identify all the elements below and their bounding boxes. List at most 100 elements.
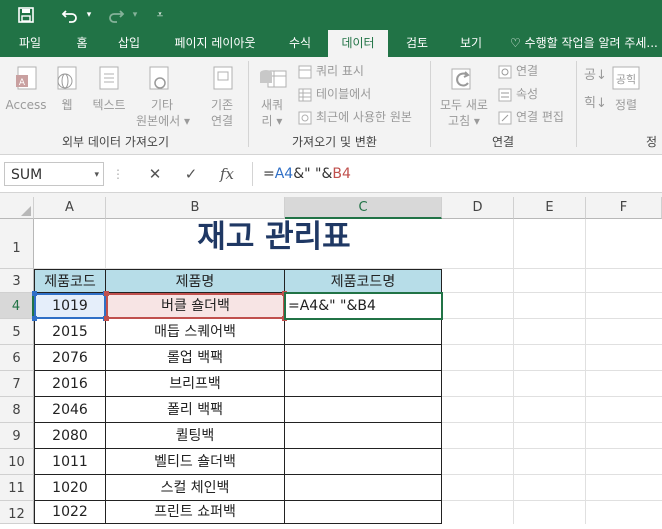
name-box-dropdown-icon[interactable]: ▾: [94, 163, 99, 187]
tab-review[interactable]: 검토: [394, 30, 440, 57]
edit-links-button[interactable]: 연결 편집: [516, 108, 564, 126]
cell-product-name[interactable]: 벨티드 숄더백: [106, 449, 285, 475]
cell-code-name[interactable]: [285, 371, 442, 397]
tab-view[interactable]: 보기: [448, 30, 494, 57]
other-sources-label-2[interactable]: 원본에서 ▾: [136, 113, 190, 129]
redo-icon[interactable]: [104, 4, 128, 26]
cell-code[interactable]: 1020: [34, 475, 106, 501]
connections-button[interactable]: 연결: [516, 62, 538, 80]
row-header-3[interactable]: 3: [0, 269, 34, 293]
cell-product-name[interactable]: 스컬 체인백: [106, 475, 285, 501]
other-sources-label-1[interactable]: 기타: [140, 97, 184, 113]
redo-dropdown-icon[interactable]: ▾: [130, 4, 140, 26]
row-header-8[interactable]: 8: [0, 397, 34, 423]
cell-code[interactable]: 1011: [34, 449, 106, 475]
cell-code-name[interactable]: [285, 423, 442, 449]
from-table-button[interactable]: 테이블에서: [316, 85, 371, 103]
cell-code[interactable]: 2015: [34, 319, 106, 345]
cell-product-name[interactable]: 프린트 쇼퍼백: [106, 501, 285, 524]
tab-home[interactable]: 홈: [62, 30, 102, 57]
cell-b4[interactable]: 버클 숄더백: [106, 293, 285, 319]
row-header-1[interactable]: 1: [0, 219, 34, 269]
row-header-10[interactable]: 10: [0, 449, 34, 475]
new-query-label-2[interactable]: 리 ▾: [254, 113, 290, 129]
formula-concat: &" "&: [293, 166, 333, 182]
row-header-6[interactable]: 6: [0, 345, 34, 371]
table-header-code[interactable]: 제품코드: [34, 269, 106, 293]
new-query-label-1[interactable]: 새쿼: [254, 97, 290, 113]
row-header-11[interactable]: 11: [0, 475, 34, 501]
sort-az-icon[interactable]: 공↓: [584, 67, 607, 85]
cell-product-name[interactable]: 롤업 백팩: [106, 345, 285, 371]
cell-code[interactable]: 1022: [34, 501, 106, 524]
customize-icon[interactable]: ⩡: [152, 4, 168, 26]
undo-dropdown-icon[interactable]: ▾: [84, 4, 94, 26]
cell-code-name[interactable]: [285, 475, 442, 501]
recent-sources-icon: [298, 110, 312, 129]
existing-label-1[interactable]: 기존: [202, 97, 242, 113]
column-header-d[interactable]: D: [442, 197, 514, 219]
cell-code-name[interactable]: [285, 501, 442, 524]
existing-connections-icon: [210, 65, 236, 97]
group-get-transform-label: 가져오기 및 변환: [292, 135, 377, 149]
ribbon-separator: [248, 61, 249, 147]
existing-label-2[interactable]: 연결: [202, 113, 242, 129]
tab-data[interactable]: 데이터: [328, 30, 388, 57]
recent-sources-button[interactable]: 최근에 사용한 원본: [316, 108, 412, 126]
column-header-b[interactable]: B: [106, 197, 285, 219]
cell-code[interactable]: 2080: [34, 423, 106, 449]
cell-code-name[interactable]: [285, 345, 442, 371]
tab-insert[interactable]: 삽입: [106, 30, 152, 57]
text-button[interactable]: 텍스트: [88, 97, 130, 113]
cell-code[interactable]: 2046: [34, 397, 106, 423]
row-header-5[interactable]: 5: [0, 319, 34, 345]
tell-me-box[interactable]: ♡ 수행할 작업을 알려 주세...: [510, 30, 658, 57]
cell-product-name[interactable]: 매듭 스퀘어백: [106, 319, 285, 345]
cell-code[interactable]: 2016: [34, 371, 106, 397]
web-button[interactable]: 웹: [54, 97, 80, 113]
group-sort-label: 정: [646, 135, 658, 149]
row-header-7[interactable]: 7: [0, 371, 34, 397]
table-header-code-name[interactable]: 제품코드명: [285, 269, 442, 293]
active-cell-c4[interactable]: =A4&" "&B4: [284, 292, 443, 320]
properties-button[interactable]: 속성: [516, 85, 538, 103]
cell-product-name[interactable]: 폴리 백팩: [106, 397, 285, 423]
cell-code-name[interactable]: [285, 449, 442, 475]
show-queries-button[interactable]: 쿼리 표시: [316, 62, 364, 80]
refresh-all-label-1[interactable]: 모두 새로: [436, 97, 492, 113]
sort-button[interactable]: 정렬: [608, 97, 644, 113]
column-header-f[interactable]: F: [586, 197, 662, 219]
insert-function-icon[interactable]: fx: [214, 162, 240, 186]
column-header-a[interactable]: A: [34, 197, 106, 219]
refresh-all-label-2[interactable]: 고침 ▾: [440, 113, 488, 129]
cell-code[interactable]: 2076: [34, 345, 106, 371]
group-connections-label: 연결: [492, 135, 515, 149]
column-header-c[interactable]: C: [285, 197, 442, 219]
row-header-4[interactable]: 4: [0, 293, 34, 319]
select-all-corner[interactable]: [0, 197, 34, 219]
cell-product-name[interactable]: 퀼팅백: [106, 423, 285, 449]
cancel-icon[interactable]: ✕: [142, 162, 168, 186]
cell-code-name[interactable]: [285, 319, 442, 345]
sheet-title[interactable]: 재고 관리표: [106, 219, 442, 268]
enter-icon[interactable]: ✓: [178, 162, 204, 186]
name-box[interactable]: SUM ▾: [4, 162, 104, 186]
tab-formulas[interactable]: 수식: [278, 30, 322, 57]
row-header-12[interactable]: 12: [0, 501, 34, 524]
row-header-9[interactable]: 9: [0, 423, 34, 449]
tab-file[interactable]: 파일: [8, 30, 52, 57]
access-button[interactable]: Access: [4, 97, 48, 113]
tab-page-layout[interactable]: 페이지 레이아웃: [160, 30, 270, 57]
formula-equals: =: [263, 166, 275, 182]
save-icon[interactable]: [14, 4, 38, 26]
column-header-e[interactable]: E: [514, 197, 586, 219]
name-box-value: SUM: [11, 167, 43, 183]
grid-line: [442, 268, 662, 269]
sort-za-icon[interactable]: 힉↓: [584, 95, 607, 113]
formula-input[interactable]: =A4&" "&B4: [252, 162, 662, 186]
cell-code-name[interactable]: [285, 397, 442, 423]
cell-a4[interactable]: 1019: [34, 293, 106, 319]
undo-icon[interactable]: [58, 4, 82, 26]
cell-product-name[interactable]: 브리프백: [106, 371, 285, 397]
table-header-name[interactable]: 제품명: [106, 269, 285, 293]
